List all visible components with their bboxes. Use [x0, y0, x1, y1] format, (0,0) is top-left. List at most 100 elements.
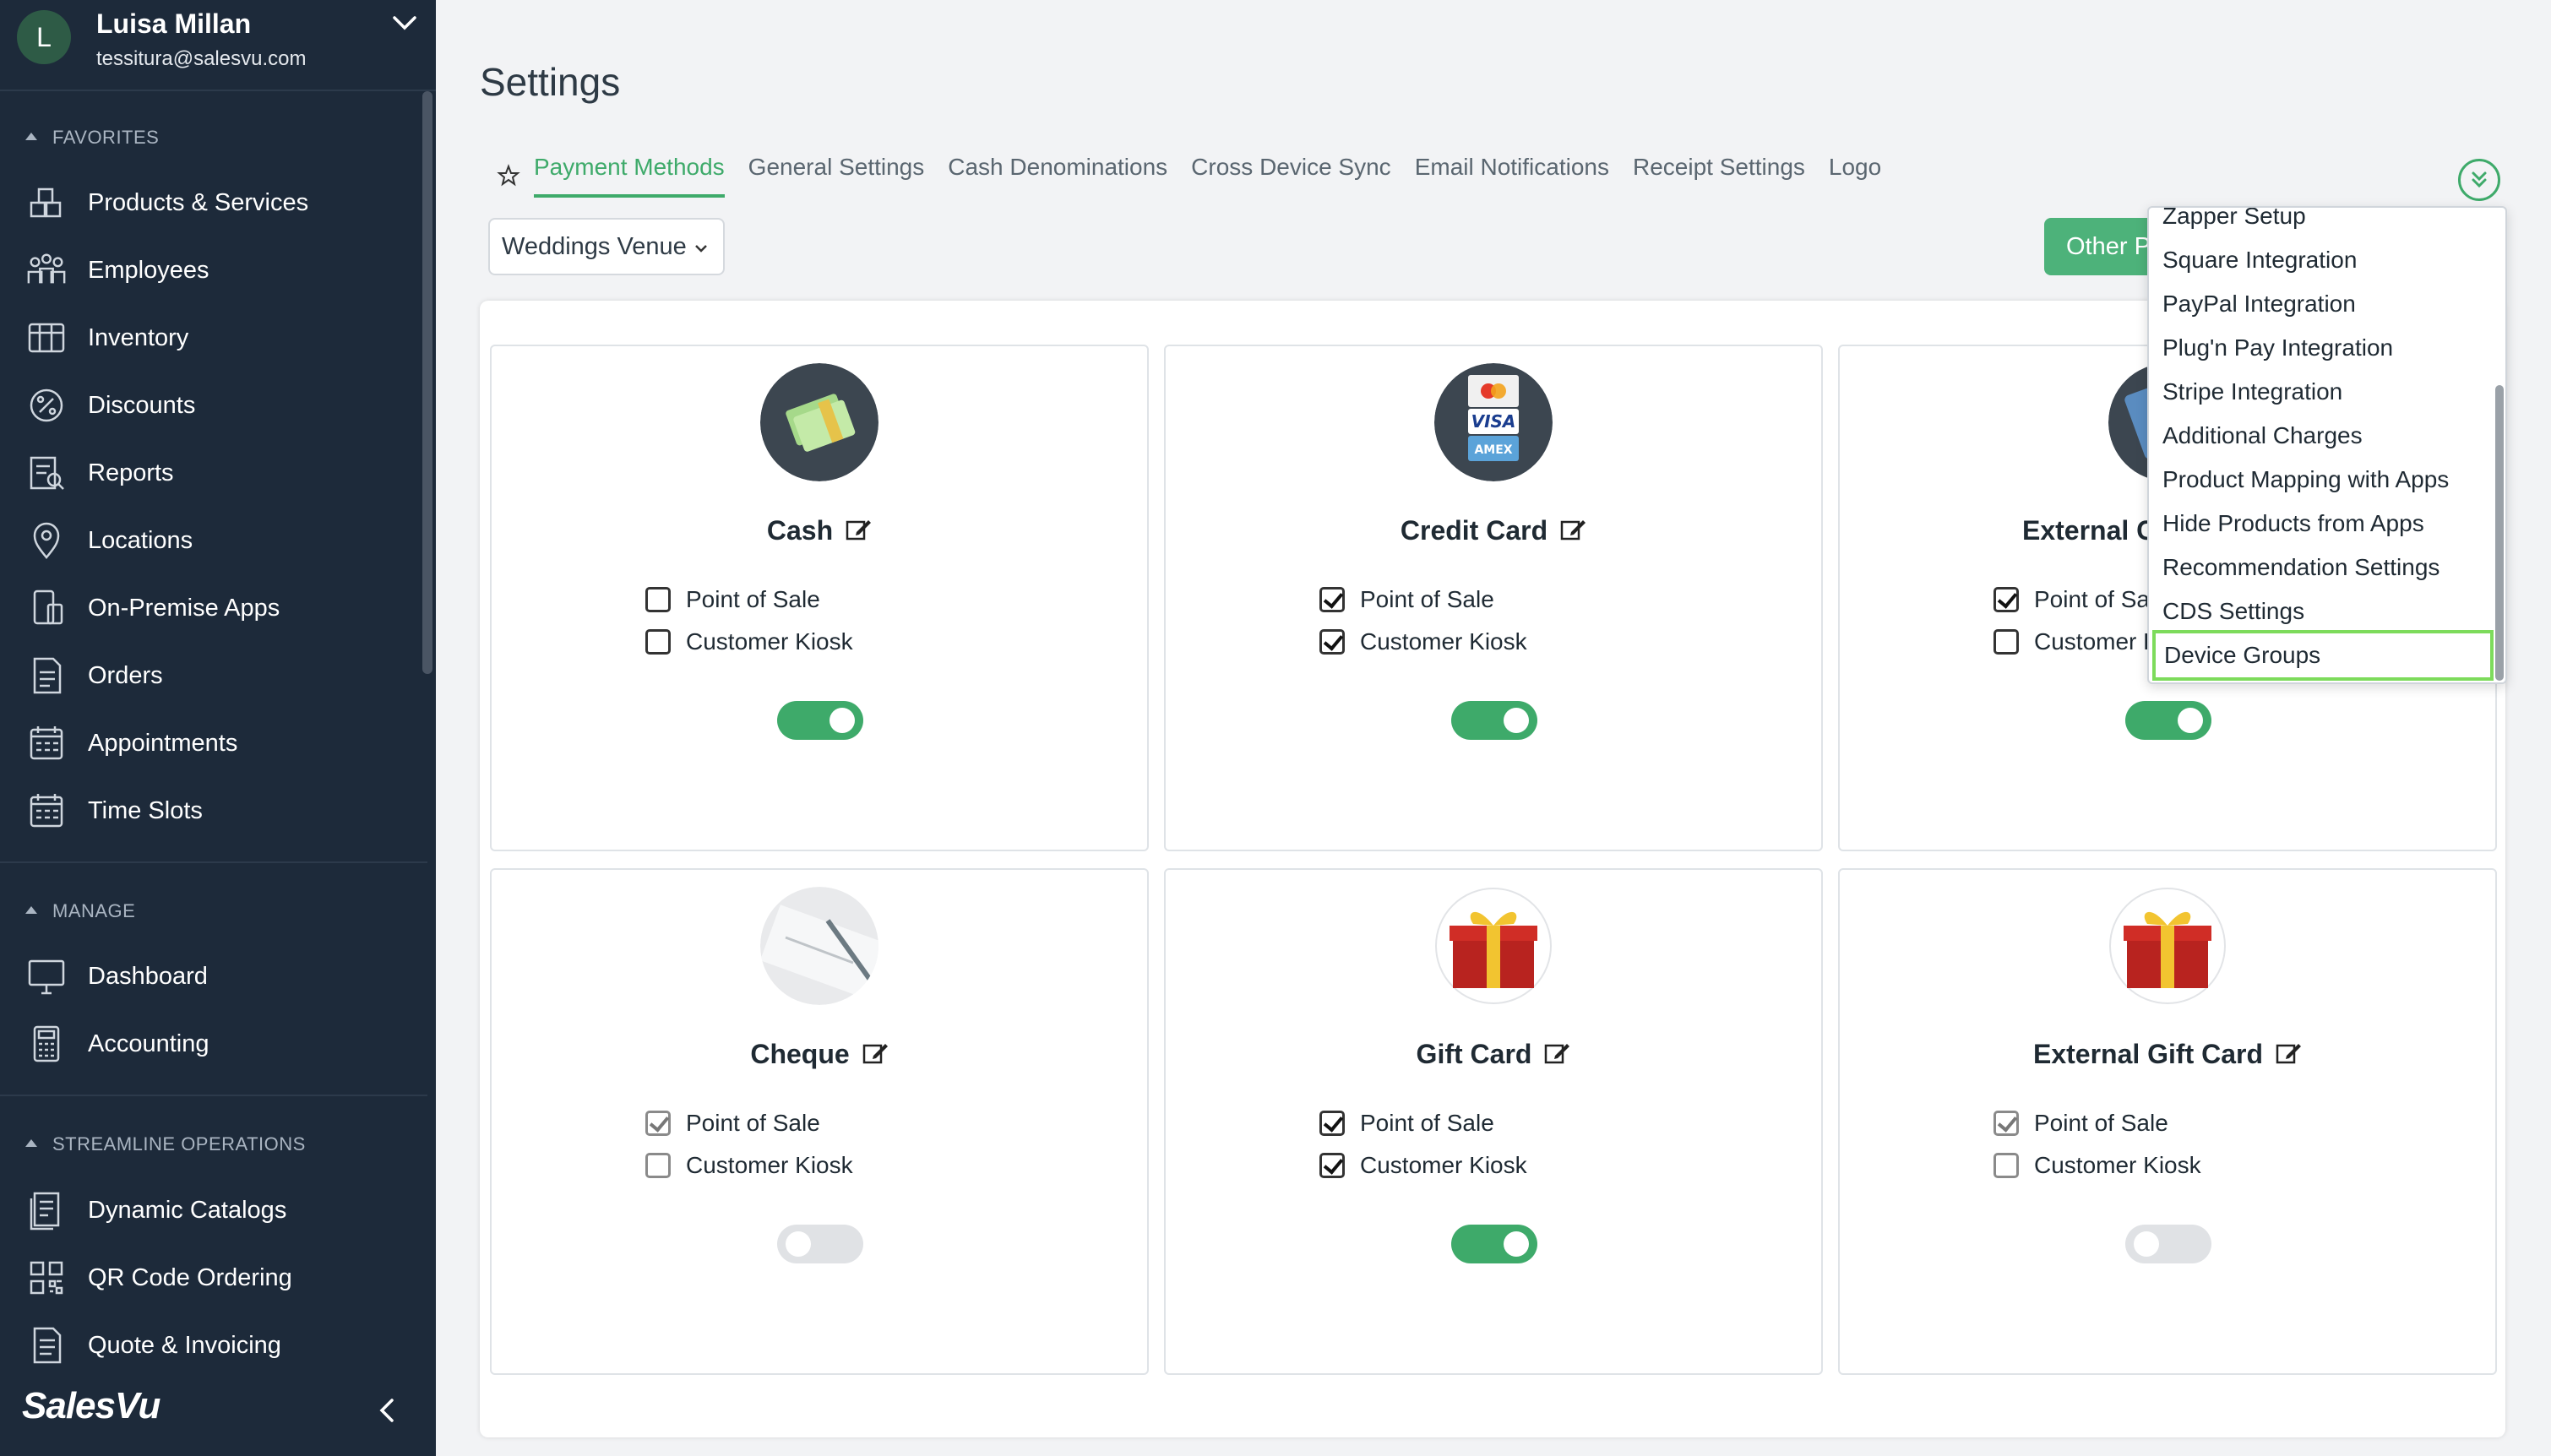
tab-general-settings[interactable]: General Settings: [748, 154, 925, 198]
sidebar-item-label: Quote & Invoicing: [88, 1331, 281, 1359]
sidebar-item-label: Reports: [88, 459, 174, 486]
star-icon[interactable]: [497, 164, 520, 187]
sidebar-item-time-slots[interactable]: Time Slots: [25, 787, 422, 834]
edit-icon[interactable]: [862, 1040, 889, 1066]
option-customer-kiosk[interactable]: Customer Kiosk: [1319, 628, 1527, 655]
chevron-down-icon[interactable]: [390, 10, 419, 35]
checkbox-unchecked[interactable]: [645, 629, 671, 655]
tab-logo[interactable]: Logo: [1829, 154, 1881, 198]
sidebar-item-label: Products & Services: [88, 188, 309, 216]
sidebar-item-locations[interactable]: Locations: [25, 517, 422, 564]
checkbox-unchecked[interactable]: [645, 1153, 671, 1178]
menu-item-product-mapping[interactable]: Product Mapping with Apps: [2162, 466, 2449, 493]
avatar: L: [17, 10, 71, 64]
option-point-of-sale[interactable]: Point of Sale: [1993, 1110, 2168, 1137]
sidebar-item-label: Locations: [88, 526, 193, 554]
checkbox-checked[interactable]: [1319, 587, 1345, 612]
edit-icon[interactable]: [1559, 517, 1586, 542]
menu-item-plugnpay-integration[interactable]: Plug'n Pay Integration: [2162, 334, 2393, 361]
sidebar-item-dynamic-catalogs[interactable]: Dynamic Catalogs: [25, 1187, 422, 1234]
payment-card-credit-card: VISA AMEX Credit Card Point of Sale Custo…: [1164, 345, 1823, 851]
tab-email-notifications[interactable]: Email Notifications: [1415, 154, 1609, 198]
sidebar-item-quote-invoicing[interactable]: Quote & Invoicing: [25, 1322, 422, 1369]
sidebar-item-appointments[interactable]: Appointments: [25, 720, 422, 767]
checkbox-checked[interactable]: [1319, 1153, 1345, 1178]
option-point-of-sale[interactable]: Point of Sale: [1319, 1110, 1494, 1137]
qr-code-icon: [25, 1257, 68, 1299]
enable-toggle[interactable]: [1451, 701, 1537, 740]
dropdown-scrollbar[interactable]: [2495, 385, 2504, 681]
checkbox-unchecked[interactable]: [645, 587, 671, 612]
option-customer-kiosk[interactable]: Customer Kiosk: [1319, 1152, 1527, 1179]
more-tabs-button[interactable]: [2458, 159, 2500, 201]
payment-card-gift-card: Gift Card Point of Sale Customer Kiosk: [1164, 868, 1823, 1375]
sidebar-item-accounting[interactable]: Accounting: [25, 1020, 422, 1068]
menu-item-zapper-setup[interactable]: Zapper Setup: [2162, 208, 2306, 230]
chevron-left-icon[interactable]: [372, 1394, 402, 1427]
option-customer-kiosk[interactable]: Customer Kiosk: [645, 1152, 853, 1179]
user-profile[interactable]: L Luisa Millan tessitura@salesvu.com: [0, 0, 436, 91]
option-customer-kiosk[interactable]: Customer Kiosk: [645, 628, 853, 655]
enable-toggle[interactable]: [777, 1225, 863, 1263]
sidebar-item-reports[interactable]: Reports: [25, 449, 422, 497]
cheque-icon: [760, 887, 878, 1005]
option-point-of-sale[interactable]: Point of Sal: [1993, 586, 2155, 613]
checkbox-unchecked[interactable]: [1993, 1153, 2019, 1178]
sidebar-item-inventory[interactable]: Inventory: [25, 314, 422, 361]
sidebar-item-label: Orders: [88, 661, 163, 689]
tab-cash-denominations[interactable]: Cash Denominations: [948, 154, 1167, 198]
edit-icon[interactable]: [2275, 1040, 2302, 1066]
enable-toggle[interactable]: [2125, 701, 2211, 740]
menu-item-recommendation-settings[interactable]: Recommendation Settings: [2162, 554, 2439, 581]
section-manage[interactable]: MANAGE: [25, 900, 135, 922]
menu-item-square-integration[interactable]: Square Integration: [2162, 247, 2357, 274]
tab-receipt-settings[interactable]: Receipt Settings: [1633, 154, 1805, 198]
section-favorites[interactable]: FAVORITES: [25, 127, 159, 149]
people-icon: [25, 249, 68, 291]
sidebar-item-employees[interactable]: Employees: [25, 247, 422, 294]
sidebar-item-qr-code-ordering[interactable]: QR Code Ordering: [25, 1254, 422, 1301]
sidebar-item-on-premise-apps[interactable]: On-Premise Apps: [25, 584, 422, 632]
edit-icon[interactable]: [845, 517, 872, 542]
venue-select[interactable]: Weddings Venue: [488, 218, 725, 275]
venue-select-value: Weddings Venue: [502, 232, 687, 260]
menu-item-cds-settings[interactable]: CDS Settings: [2162, 598, 2304, 625]
checkbox-checked[interactable]: [1319, 1111, 1345, 1136]
location-pin-icon: [25, 519, 68, 562]
section-streamline-operations[interactable]: STREAMLINE OPERATIONS: [25, 1133, 306, 1155]
menu-item-stripe-integration[interactable]: Stripe Integration: [2162, 378, 2342, 405]
enable-toggle[interactable]: [2125, 1225, 2211, 1263]
option-point-of-sale[interactable]: Point of Sale: [645, 1110, 820, 1137]
enable-toggle[interactable]: [777, 701, 863, 740]
card-title: Credit Card: [1400, 515, 1548, 546]
chevron-down-icon: [695, 245, 707, 253]
sidebar-item-products-services[interactable]: Products & Services: [25, 179, 422, 226]
apps-icon: [25, 587, 68, 629]
menu-item-hide-products[interactable]: Hide Products from Apps: [2162, 510, 2424, 537]
option-point-of-sale[interactable]: Point of Sale: [645, 586, 820, 613]
edit-icon[interactable]: [1543, 1040, 1570, 1066]
checkbox-checked[interactable]: [1319, 629, 1345, 655]
sidebar-item-discounts[interactable]: Discounts: [25, 382, 422, 429]
checkbox-unchecked[interactable]: [1993, 629, 2019, 655]
checkbox-checked[interactable]: [1993, 587, 2019, 612]
option-point-of-sale[interactable]: Point of Sale: [1319, 586, 1494, 613]
tab-payment-methods[interactable]: Payment Methods: [534, 154, 725, 198]
gift-box-icon: [1434, 887, 1553, 1005]
checkbox-checked[interactable]: [645, 1111, 671, 1136]
catalog-icon: [25, 1189, 68, 1231]
checkbox-checked[interactable]: [1993, 1111, 2019, 1136]
svg-text:AMEX: AMEX: [1474, 443, 1512, 457]
menu-item-paypal-integration[interactable]: PayPal Integration: [2162, 291, 2356, 318]
option-customer-kiosk[interactable]: Customer Kiosk: [1993, 1152, 2201, 1179]
card-title: Gift Card: [1416, 1039, 1532, 1069]
sidebar-item-orders[interactable]: Orders: [25, 652, 422, 699]
sidebar-scrollbar[interactable]: [422, 91, 432, 674]
option-customer-kiosk[interactable]: Customer K: [1993, 628, 2159, 655]
card-title: Cash: [766, 515, 834, 546]
menu-item-additional-charges[interactable]: Additional Charges: [2162, 422, 2363, 449]
enable-toggle[interactable]: [1451, 1225, 1537, 1263]
menu-item-device-groups[interactable]: Device Groups: [2152, 630, 2494, 681]
tab-cross-device-sync[interactable]: Cross Device Sync: [1191, 154, 1391, 198]
sidebar-item-dashboard[interactable]: Dashboard: [25, 953, 422, 1000]
